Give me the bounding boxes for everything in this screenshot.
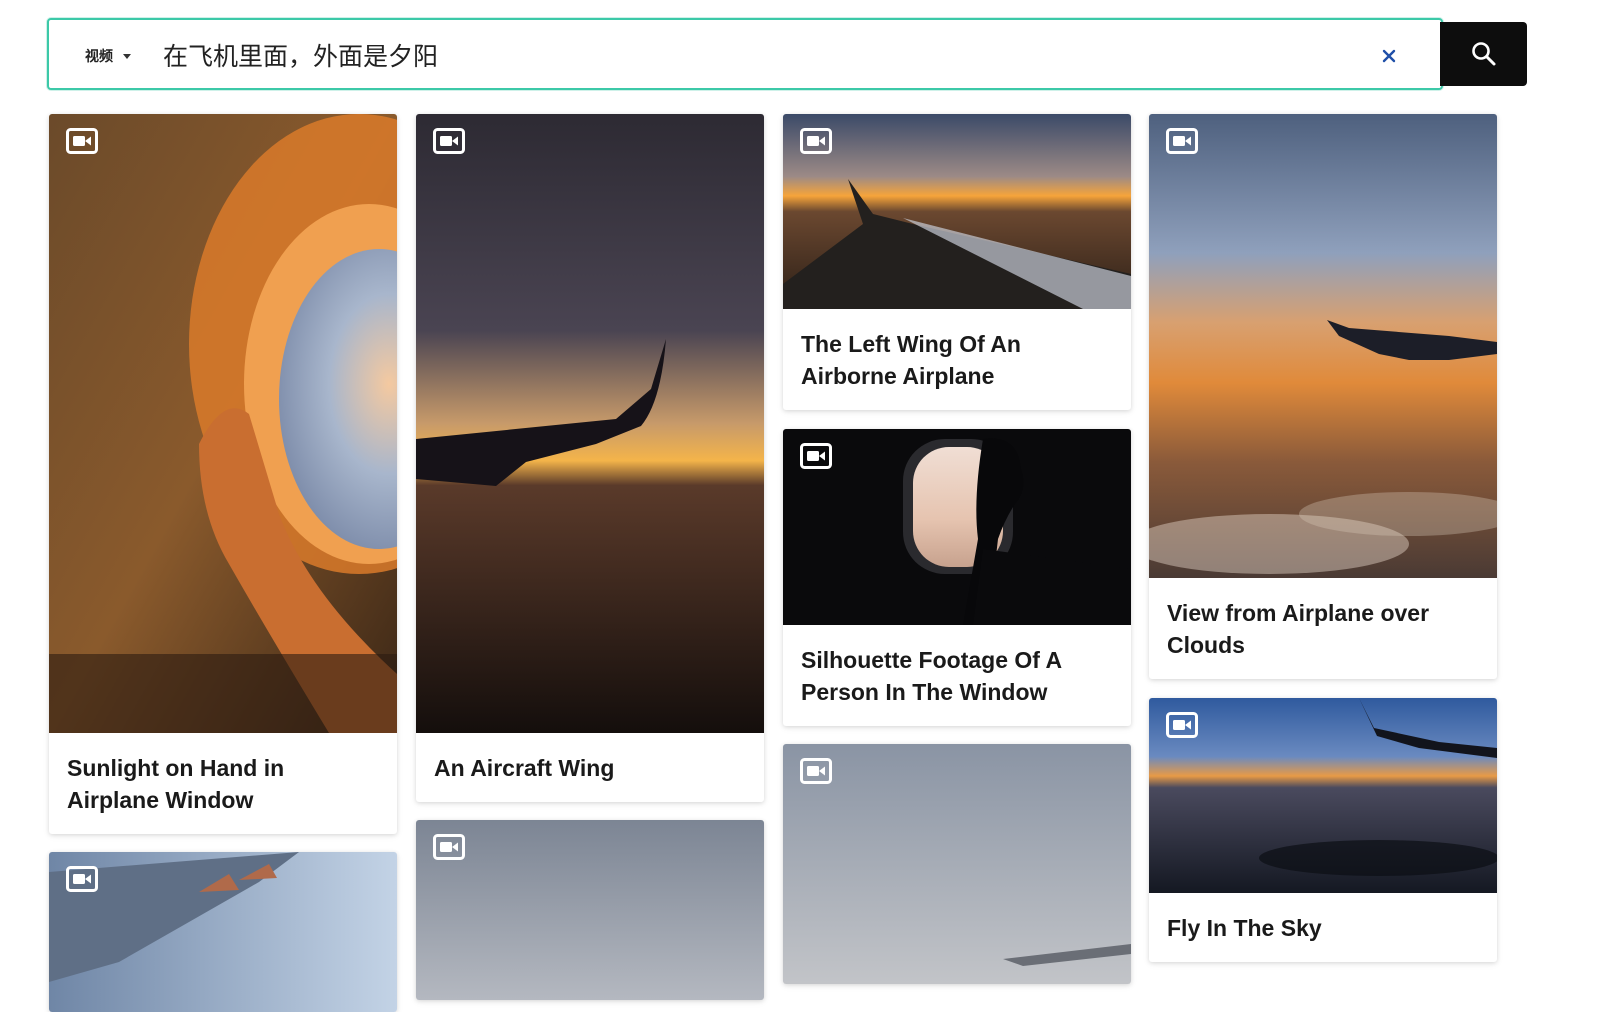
- video-thumbnail: [49, 114, 397, 733]
- video-thumbnail: [783, 429, 1131, 625]
- media-type-dropdown[interactable]: 视频: [85, 44, 131, 68]
- video-icon: [800, 443, 832, 469]
- video-icon: [433, 128, 465, 154]
- result-card[interactable]: [49, 852, 397, 1012]
- search-bar: 视频: [47, 18, 1527, 90]
- search-icon: [1471, 42, 1495, 66]
- search-input[interactable]: [163, 37, 1343, 73]
- video-icon: [433, 834, 465, 860]
- video-icon: [66, 128, 98, 154]
- video-thumbnail: [783, 114, 1131, 309]
- clear-button[interactable]: [1379, 46, 1399, 66]
- video-icon: [66, 866, 98, 892]
- video-thumbnail: [49, 852, 397, 1012]
- result-card[interactable]: Sunlight on Hand in Airplane Window: [49, 114, 397, 834]
- result-card[interactable]: [783, 744, 1131, 984]
- video-thumbnail: [783, 744, 1131, 984]
- result-title: View from Airplane over Clouds: [1167, 600, 1430, 658]
- video-thumbnail: [416, 820, 764, 1000]
- result-title: Sunlight on Hand in Airplane Window: [67, 755, 285, 813]
- result-title: An Aircraft Wing: [434, 755, 615, 781]
- result-card[interactable]: The Left Wing Of An Airborne Airplane: [783, 114, 1131, 410]
- search-button[interactable]: [1440, 22, 1527, 86]
- chevron-down-icon: [123, 53, 131, 59]
- result-title: Silhouette Footage Of A Person In The Wi…: [801, 647, 1062, 705]
- result-card[interactable]: Silhouette Footage Of A Person In The Wi…: [783, 429, 1131, 726]
- video-thumbnail: [416, 114, 764, 733]
- video-icon: [800, 128, 832, 154]
- result-card[interactable]: View from Airplane over Clouds: [1149, 114, 1497, 679]
- result-card[interactable]: Fly In The Sky: [1149, 698, 1497, 962]
- video-thumbnail: [1149, 698, 1497, 893]
- video-icon: [1166, 712, 1198, 738]
- video-icon: [800, 758, 832, 784]
- result-title: Fly In The Sky: [1167, 915, 1322, 941]
- close-icon: [1382, 49, 1396, 63]
- media-type-label: 视频: [85, 49, 113, 65]
- result-title: The Left Wing Of An Airborne Airplane: [801, 331, 1021, 389]
- video-thumbnail: [1149, 114, 1497, 578]
- result-card[interactable]: [416, 820, 764, 1000]
- result-card[interactable]: An Aircraft Wing: [416, 114, 764, 802]
- video-icon: [1166, 128, 1198, 154]
- search-box: 视频: [47, 18, 1443, 90]
